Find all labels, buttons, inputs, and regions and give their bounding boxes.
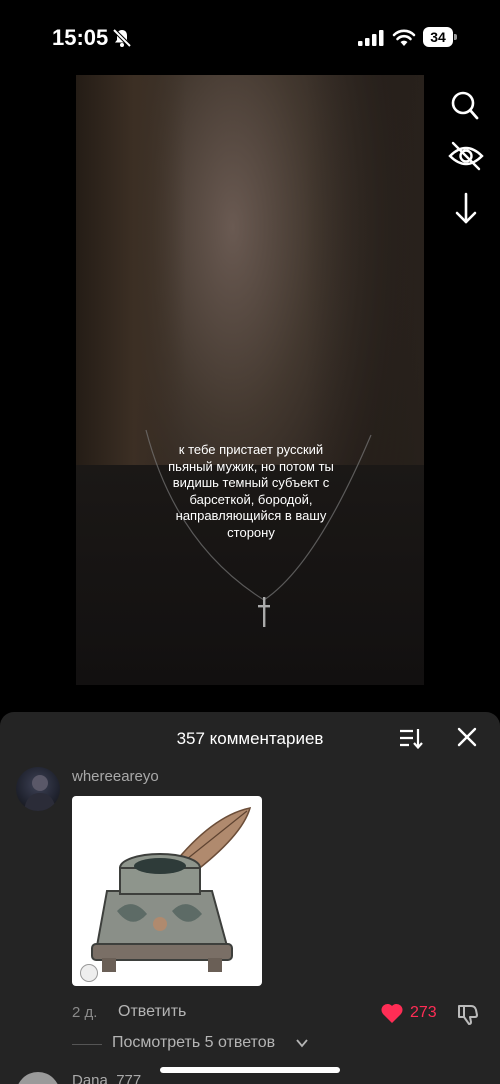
video-caption: к тебе пристает русский пьяный мужик, но… bbox=[168, 442, 334, 540]
cellular-signal-icon bbox=[358, 30, 384, 46]
view-replies-button[interactable]: Посмотреть 5 ответов bbox=[72, 1034, 372, 1056]
wifi-icon bbox=[392, 29, 416, 46]
bell-slash-icon bbox=[112, 28, 132, 48]
comments-sheet: 357 комментариев whereeareyo 2 д. Ответи… bbox=[0, 712, 500, 1084]
replies-divider bbox=[72, 1044, 102, 1045]
inkwell-illustration bbox=[91, 807, 252, 972]
status-time: 15:05 bbox=[52, 25, 109, 50]
comments-count-title: 357 комментариев bbox=[176, 729, 324, 748]
like-count: 273 bbox=[410, 1004, 437, 1021]
status-bar: 15:05 34 bbox=[0, 0, 500, 75]
chevron-down-icon bbox=[296, 1039, 308, 1048]
cross-pendant-icon bbox=[258, 597, 270, 627]
download-arrow-icon[interactable] bbox=[444, 190, 488, 226]
comment-meta: 2 д. Ответить 273 bbox=[72, 1002, 492, 1026]
avatar[interactable] bbox=[16, 1072, 60, 1084]
comment-age: 2 д. bbox=[72, 1004, 98, 1021]
close-icon[interactable] bbox=[456, 726, 478, 748]
inkwell-quill-image[interactable] bbox=[72, 796, 262, 986]
sort-icon[interactable] bbox=[398, 726, 424, 750]
search-icon[interactable] bbox=[444, 88, 488, 124]
video-player[interactable]: к тебе пристает русский пьяный мужик, но… bbox=[76, 75, 424, 685]
battery-level: 34 bbox=[423, 27, 453, 47]
eye-slash-icon[interactable] bbox=[444, 138, 488, 174]
comment-username[interactable]: Dana_777 bbox=[72, 1072, 141, 1084]
reply-button[interactable]: Ответить bbox=[118, 1003, 186, 1021]
comment-username[interactable]: whereeareyo bbox=[72, 768, 159, 785]
heart-icon[interactable] bbox=[380, 1002, 404, 1024]
home-indicator bbox=[160, 1067, 340, 1073]
battery-icon: 34 bbox=[423, 27, 457, 47]
avatar[interactable] bbox=[16, 767, 60, 811]
avatar-photo bbox=[24, 775, 56, 811]
image-badge-icon bbox=[80, 964, 98, 982]
thumbs-down-icon[interactable] bbox=[456, 1002, 480, 1026]
view-replies-label: Посмотреть 5 ответов bbox=[112, 1034, 276, 1051]
battery-tip bbox=[454, 34, 457, 40]
